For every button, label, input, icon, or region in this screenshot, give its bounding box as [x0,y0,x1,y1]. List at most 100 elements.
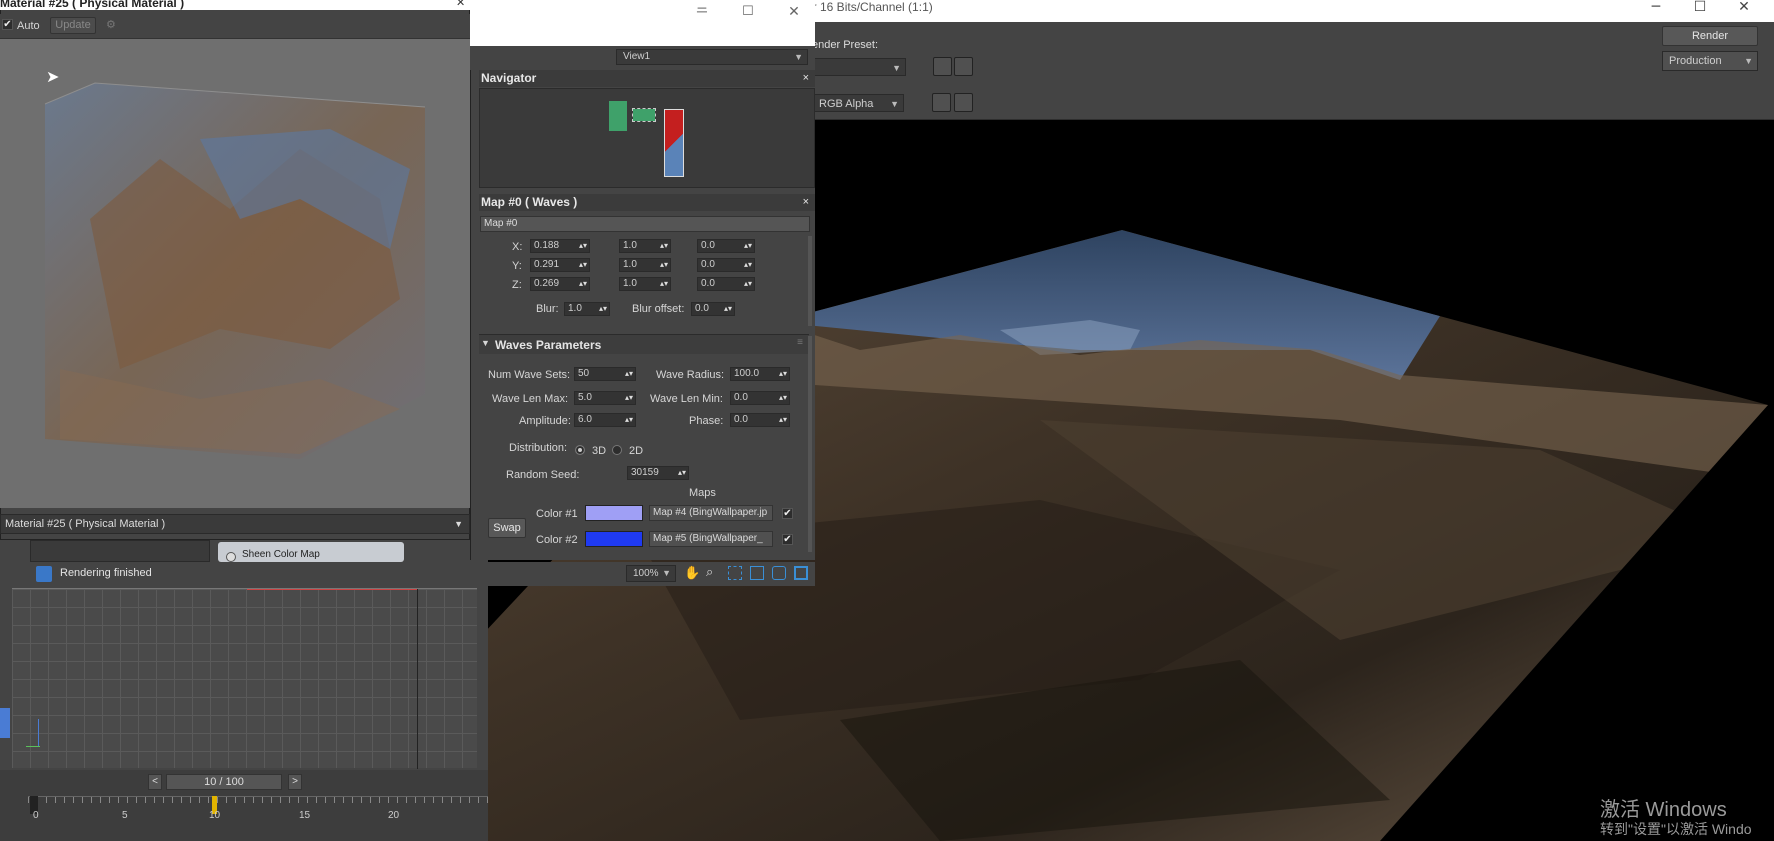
maximize-view-icon[interactable] [794,566,808,580]
socket-icon[interactable] [226,552,236,562]
options-icon[interactable]: ⚙ [106,18,116,31]
angle-x-spinner[interactable]: 0.0 ▴▾ [697,239,755,253]
preset-save-icon[interactable] [954,57,973,76]
close-icon[interactable]: ✕ [456,0,465,9]
navigator-header[interactable]: Navigator × [479,70,815,87]
color2-map-checkbox[interactable]: ✔ [782,534,793,545]
close-icon[interactable]: ✕ [1722,0,1766,16]
chevron-down-icon: ▼ [662,568,671,578]
navigator-view[interactable] [479,88,815,188]
preset-load-icon[interactable] [933,57,952,76]
offset-z-spinner[interactable]: 0.269 ▴▾ [530,277,590,291]
scrollbar[interactable] [808,236,812,326]
blur-offset-spinner[interactable]: 0.0 ▴▾ [691,302,735,316]
zoom-region-icon[interactable] [728,566,742,580]
axis-gizmo-x [26,746,40,747]
wave-len-min-spinner[interactable]: 0.0 ▴▾ [730,391,790,405]
coord-axis-label: Y: [512,260,522,272]
num-wave-sets-spinner[interactable]: 50 ▴▾ [574,367,636,381]
swap-button[interactable]: Swap [488,518,526,538]
material-preview-viewport[interactable]: ➤ [0,38,470,508]
viewport-grid[interactable] [12,588,477,769]
scrollbar[interactable] [808,336,812,552]
zoom-dropdown[interactable]: 100% ▼ [626,565,676,582]
wave-radius-spinner[interactable]: 100.0 ▴▾ [730,367,790,381]
phase-spinner[interactable]: 0.0 ▴▾ [730,413,790,427]
random-seed-spinner[interactable]: 30159 ▴▾ [627,466,689,480]
nav-node-thumb [609,101,627,131]
waves-rollout-header[interactable]: ▼ Waves Parameters ≡ [479,334,809,354]
chevron-down-icon: ▼ [1744,56,1753,66]
map-name-field[interactable]: Map #0 [480,216,810,232]
sheen-color-map-node[interactable]: Sheen Color Map [218,542,404,562]
angle-y-spinner[interactable]: 0.0 ▴▾ [697,258,755,272]
amplitude-spinner[interactable]: 6.0 ▴▾ [574,413,636,427]
color1-label: Color #1 [536,508,578,520]
drag-handle-icon[interactable]: ≡ [797,337,803,348]
color1-map-button[interactable]: Map #4 (BingWallpaper.jp [649,505,773,521]
print-icon[interactable] [954,93,973,112]
color2-label: Color #2 [536,534,578,546]
phase-label: Phase: [689,415,724,427]
timeline-ruler[interactable] [28,796,488,818]
ruler-tick: 15 [299,810,311,821]
zoom-extents-icon[interactable] [750,566,764,580]
coord-axis-label: Z: [512,279,522,291]
close-icon[interactable]: × [803,70,809,87]
material-select-dropdown[interactable]: Material #25 ( Physical Material ) ▼ [0,514,470,534]
color2-swatch[interactable] [585,531,643,547]
zoom-selected-icon[interactable] [772,566,786,580]
navigator-viewport-rect[interactable] [664,109,684,177]
clone-frame-icon[interactable] [932,93,951,112]
close-icon[interactable]: ✕ [772,0,816,22]
slate-node-tab [30,540,210,562]
offset-x-spinner[interactable]: 0.188 ▴▾ [530,239,590,253]
teapot-icon [36,566,52,582]
render-preset-dropdown[interactable]: ▼ [810,58,906,76]
channel-dropdown[interactable]: RGB Alpha ▼ [812,94,904,112]
num-wave-sets-label: Num Wave Sets: [488,369,571,381]
status-text: Rendering finished [60,567,152,579]
maximize-icon[interactable]: ☐ [726,0,770,22]
update-button[interactable]: Update [50,17,96,34]
ruler-tick: 20 [388,810,400,821]
maximize-icon[interactable]: ☐ [1678,0,1722,16]
windows-activation-watermark: 激活 Windows [1600,799,1727,821]
map-panel-header[interactable]: Map #0 ( Waves ) × [479,194,815,211]
prev-frame-button[interactable]: < [148,774,162,790]
viewcube-edge[interactable] [0,708,10,738]
view-dropdown[interactable]: View1 ▼ [616,49,808,65]
coord-axis-label: X: [512,241,523,253]
close-icon[interactable]: × [803,194,809,211]
tiling-x-spinner[interactable]: 1.0 ▴▾ [619,239,671,253]
material-preview-title: Material #25 ( Physical Material ) [0,0,185,10]
wave-len-max-label: Wave Len Max: [492,393,569,405]
render-mode-dropdown[interactable]: Production ▼ [1662,51,1758,71]
color1-swatch[interactable] [585,505,643,521]
minimize-icon[interactable]: ─ [680,0,724,22]
zoom-icon[interactable]: ⌕ [706,564,713,580]
wave-len-min-label: Wave Len Min: [650,393,723,405]
render-button[interactable]: Render [1662,26,1758,46]
render-preset-label: ender Preset: [812,39,879,51]
blur-offset-label: Blur offset: [632,303,685,315]
next-frame-button[interactable]: > [288,774,302,790]
distribution-3d-radio[interactable] [575,445,585,455]
tiling-z-spinner[interactable]: 1.0 ▴▾ [619,277,671,291]
offset-y-spinner[interactable]: 0.291 ▴▾ [530,258,590,272]
distribution-2d-label: 2D [629,445,644,457]
material-preview-titlebar: Material #25 ( Physical Material ) [0,0,470,10]
wave-len-max-spinner[interactable]: 5.0 ▴▾ [574,391,636,405]
color1-map-checkbox[interactable]: ✔ [782,508,793,519]
color2-map-button[interactable]: Map #5 (BingWallpaper_ [649,531,773,547]
angle-z-spinner[interactable]: 0.0 ▴▾ [697,277,755,291]
pan-icon[interactable]: ✋ [684,565,700,581]
render-window-title: or 16 Bits/Channel (1:1) [806,0,933,14]
distribution-2d-radio[interactable] [612,445,622,455]
minimize-icon[interactable]: ─ [1634,0,1678,16]
auto-checkbox[interactable]: ✔ [2,19,13,30]
tiling-y-spinner[interactable]: 1.0 ▴▾ [619,258,671,272]
viewport-divider [417,589,418,769]
blur-spinner[interactable]: 1.0 ▴▾ [564,302,610,316]
time-slider[interactable]: 10 / 100 [166,774,282,790]
